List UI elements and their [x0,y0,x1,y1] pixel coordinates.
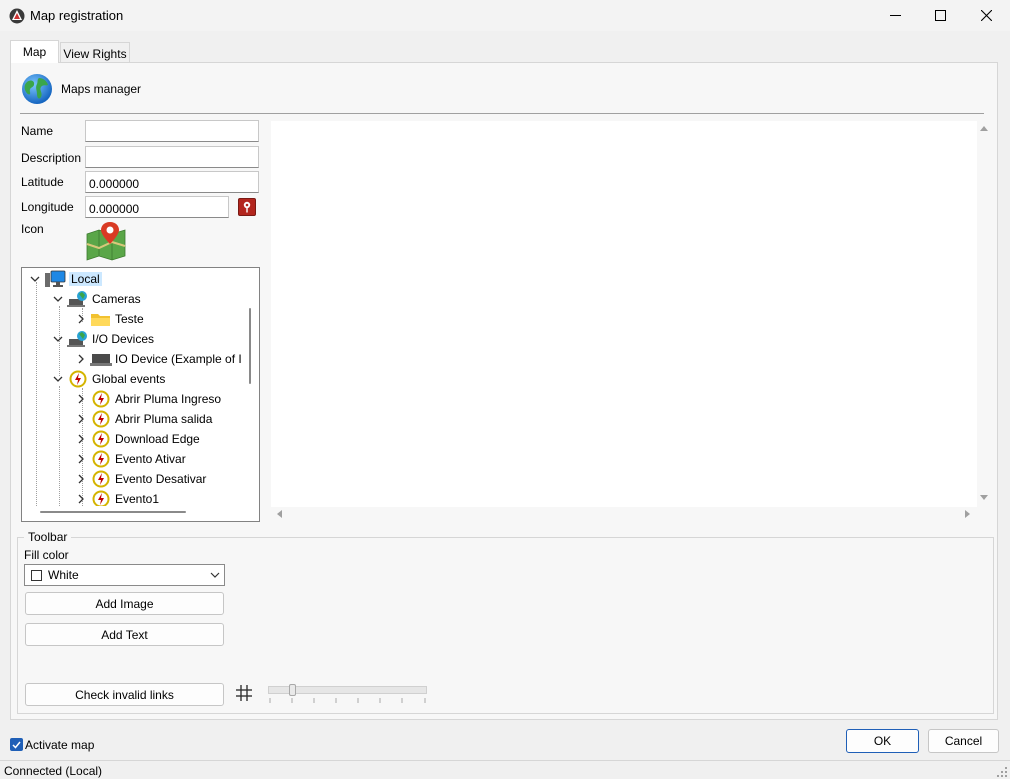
fill-color-label: Fill color [24,548,69,562]
chevron-down-icon[interactable] [51,372,65,386]
chevron-right-icon[interactable] [74,412,88,426]
scroll-up-arrow-icon[interactable] [980,125,988,133]
tree-item-cameras[interactable]: Cameras [51,289,141,309]
computer-icon [44,270,66,288]
tree-item-io-devices[interactable]: I/O Devices [51,329,154,349]
map-horizontal-scrollbar[interactable] [271,507,977,521]
latitude-label: Latitude [21,175,64,189]
chevron-right-icon[interactable] [74,352,88,366]
tab-map[interactable]: Map [10,40,59,63]
map-canvas[interactable] [271,121,977,507]
tree-item-io-device[interactable]: IO Device (Example of I [74,349,242,369]
connection-status: Connected (Local) [4,764,103,778]
event-icon [90,390,112,408]
io-devices-icon [67,330,89,348]
event-icon [67,370,89,388]
scroll-down-arrow-icon[interactable] [980,493,988,501]
event-icon [90,430,112,448]
status-bar: Connected (Local) [0,760,1010,779]
scroll-right-arrow-icon[interactable] [963,510,971,518]
longitude-input[interactable] [85,196,229,218]
chevron-down-icon[interactable] [51,332,65,346]
chevron-down-icon[interactable] [51,292,65,306]
ok-button[interactable]: OK [846,729,919,753]
close-button[interactable] [963,0,1009,31]
camera-group-icon [67,290,89,308]
activate-map-checkbox[interactable] [10,738,23,751]
resize-grip-icon[interactable] [996,766,1008,778]
page-title: Maps manager [61,82,142,96]
fill-color-select[interactable]: White [24,564,225,586]
chevron-right-icon[interactable] [74,432,88,446]
chevron-down-icon[interactable] [28,272,42,286]
grid-icon[interactable] [236,685,252,701]
chevron-right-icon[interactable] [74,392,88,406]
event-icon [90,410,112,428]
latitude-input[interactable] [85,171,259,193]
tree-item-event[interactable]: Download Edge [74,429,200,449]
check-invalid-links-button[interactable]: Check invalid links [25,683,224,706]
header-divider [20,113,984,114]
toolbar-group-title: Toolbar [24,530,72,544]
tree-horizontal-scroll-thumb[interactable] [40,511,186,513]
add-text-button[interactable]: Add Text [25,623,224,646]
tree-item-event[interactable]: Abrir Pluma Ingreso [74,389,221,409]
scroll-left-arrow-icon[interactable] [276,510,284,518]
map-pin-icon [243,201,251,213]
event-icon [90,450,112,468]
chevron-right-icon[interactable] [74,452,88,466]
tree-item-global-events[interactable]: Global events [51,369,165,389]
name-label: Name [21,124,54,138]
tree-horizontal-scrollbar[interactable] [22,506,259,521]
pick-location-button[interactable] [238,198,256,216]
title-bar[interactable] [0,0,1010,31]
tab-view-rights[interactable]: View Rights [60,42,130,62]
color-swatch [31,569,42,581]
chevron-right-icon[interactable] [74,312,88,326]
add-image-button[interactable]: Add Image [25,592,224,615]
tree-item-event[interactable]: Evento Ativar [74,449,186,469]
event-icon [90,470,112,488]
tree-item-teste[interactable]: Teste [74,309,144,329]
description-label: Description [21,151,82,165]
slider-ticks [269,698,426,703]
map-marker-icon[interactable] [85,220,127,262]
window-title: Map registration [30,8,124,23]
fill-color-value: White [48,568,79,582]
grid-size-slider-thumb[interactable] [289,684,296,696]
minimize-button[interactable] [872,0,918,31]
folder-icon [90,310,112,328]
globe-icon [21,73,53,105]
maximize-button[interactable] [917,0,963,31]
longitude-label: Longitude [21,200,74,214]
app-icon [9,8,25,24]
chevron-right-icon[interactable] [74,492,88,506]
map-vertical-scrollbar[interactable] [977,121,991,507]
name-input[interactable] [85,120,259,142]
checkmark-icon [12,741,21,749]
icon-label: Icon [21,222,44,236]
tree-vertical-scrollbar[interactable] [242,268,259,506]
device-tree[interactable]: Local Cameras Teste I/O Devices IO Devic… [21,267,260,522]
tree-vertical-scroll-thumb[interactable] [249,308,251,384]
grid-size-slider[interactable] [268,684,427,696]
cancel-button[interactable]: Cancel [928,729,999,753]
chevron-right-icon[interactable] [74,472,88,486]
chevron-down-icon [210,572,220,578]
io-device-icon [90,350,112,368]
description-input[interactable] [85,146,259,168]
tree-item-event[interactable]: Abrir Pluma salida [74,409,212,429]
activate-map-label[interactable]: Activate map [25,738,94,752]
tree-item-event[interactable]: Evento Desativar [74,469,206,489]
tree-item-local[interactable]: Local [28,269,102,289]
